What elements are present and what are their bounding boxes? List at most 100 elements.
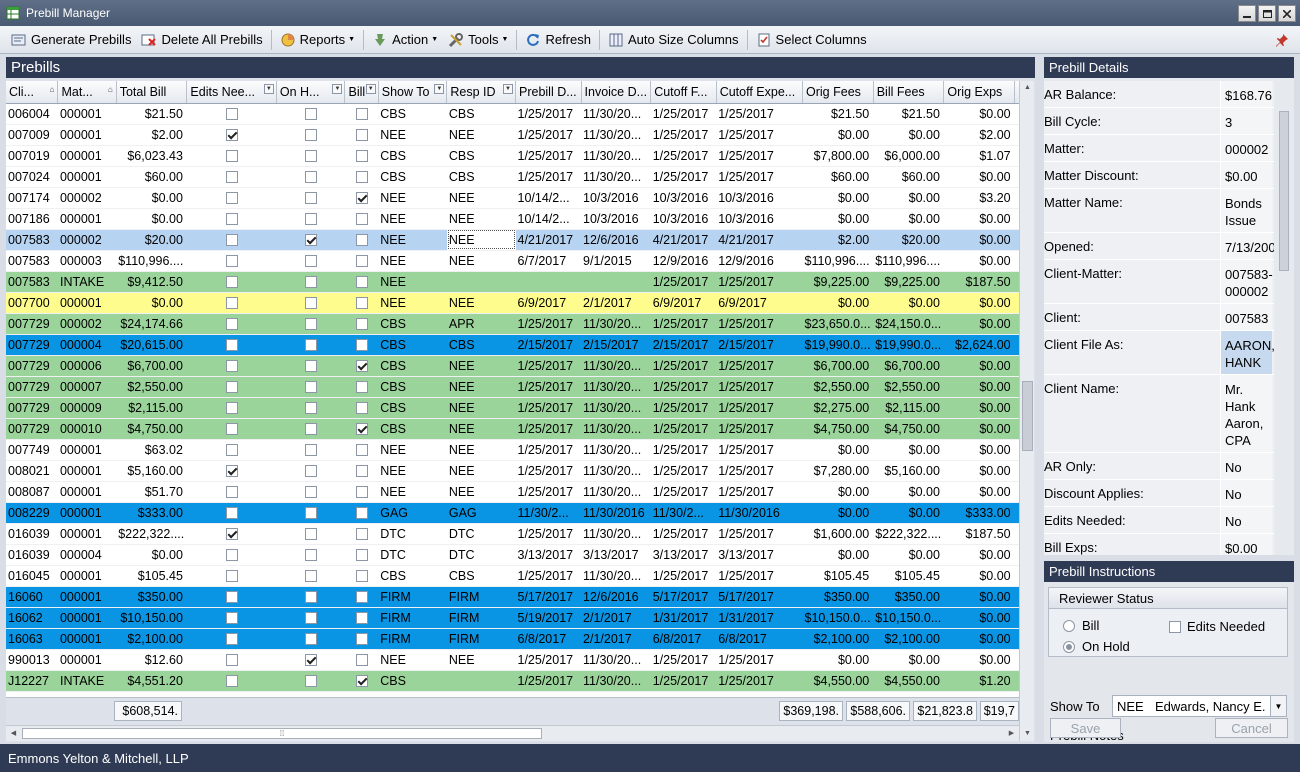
checkbox[interactable] (225, 612, 238, 625)
checkbox[interactable] (225, 654, 238, 667)
checkbox[interactable] (355, 108, 368, 121)
checkbox[interactable] (225, 171, 238, 184)
table-row[interactable]: 007019 000001 $6,023.43 CBS CBS 1/25/2017 11/3… (6, 145, 1019, 167)
close-button[interactable] (1278, 5, 1296, 22)
checkbox[interactable] (304, 549, 317, 562)
column-header[interactable]: Mat... ⌂ (57, 81, 117, 104)
checkbox[interactable] (225, 423, 238, 436)
checkbox[interactable] (355, 318, 368, 331)
select-columns-button[interactable]: Select Columns (751, 28, 872, 52)
checkbox[interactable] (304, 192, 317, 205)
checkbox[interactable] (225, 213, 238, 226)
column-header[interactable]: Invoice D... (581, 81, 652, 104)
checkbox[interactable] (355, 171, 368, 184)
table-row[interactable]: 008087 000001 $51.70 NEE NEE 1/25/2017 11/30/2… (6, 481, 1019, 503)
checkbox[interactable] (225, 486, 238, 499)
checkbox[interactable] (355, 129, 368, 142)
table-row[interactable]: 007174 000002 $0.00 NEE NEE 10/14/2... 10/3/20… (6, 187, 1019, 209)
checkbox[interactable] (225, 108, 238, 121)
auto-size-columns-button[interactable]: Auto Size Columns (603, 28, 744, 52)
filter-icon[interactable]: ▼ (434, 84, 445, 94)
minimize-button[interactable] (1238, 5, 1256, 22)
checkbox-checked[interactable] (355, 675, 368, 688)
cancel-button[interactable]: Cancel (1215, 718, 1288, 738)
table-row[interactable]: 007024 000001 $60.00 CBS CBS 1/25/2017 11/30/2… (6, 166, 1019, 188)
checkbox-checked[interactable] (355, 360, 368, 373)
checkbox[interactable] (304, 423, 317, 436)
checkbox[interactable] (225, 381, 238, 394)
action-menu-button[interactable]: Action ▼ (367, 28, 443, 52)
column-header[interactable]: Edits Nee... ▼ (186, 81, 277, 104)
checkbox[interactable] (225, 507, 238, 520)
checkbox[interactable] (355, 297, 368, 310)
table-row[interactable]: 007729 000007 $2,550.00 CBS NEE 1/25/2017 11/3… (6, 376, 1019, 398)
column-header[interactable]: Show To ▼ (378, 81, 448, 104)
checkbox-checked[interactable] (304, 234, 317, 247)
checkbox[interactable] (355, 150, 368, 163)
checkbox[interactable] (225, 675, 238, 688)
sort-icon[interactable]: ⌂ (108, 85, 113, 94)
delete-all-prebills-button[interactable]: Delete All Prebills (136, 28, 267, 52)
scroll-up-icon[interactable]: ▲ (1020, 81, 1035, 95)
checkbox[interactable] (355, 234, 368, 247)
table-row[interactable]: 007186 000001 $0.00 NEE NEE 10/14/2... 10/3/20… (6, 208, 1019, 230)
pin-icon[interactable] (1272, 30, 1292, 50)
checkbox[interactable] (225, 591, 238, 604)
checkbox[interactable] (304, 675, 317, 688)
checkbox-checked[interactable] (225, 465, 238, 478)
checkbox[interactable] (355, 444, 368, 457)
table-row[interactable]: 007729 000002 $24,174.66 CBS APR 1/25/2017 11/… (6, 313, 1019, 335)
table-row[interactable]: 008021 000001 $5,160.00 NEE NEE 1/25/2017 11/3… (6, 460, 1019, 482)
vertical-scroll-thumb[interactable] (1022, 381, 1033, 451)
checkbox[interactable] (225, 402, 238, 415)
checkbox[interactable] (355, 633, 368, 646)
checkbox-checked[interactable] (225, 129, 238, 142)
checkbox[interactable] (355, 612, 368, 625)
checkbox[interactable] (225, 234, 238, 247)
checkbox[interactable] (304, 276, 317, 289)
checkbox[interactable] (225, 255, 238, 268)
table-row[interactable]: 016039 000004 $0.00 DTC DTC 3/13/2017 3/13/201… (6, 544, 1019, 566)
checkbox[interactable] (304, 108, 317, 121)
checkbox[interactable] (304, 570, 317, 583)
checkbox[interactable] (225, 360, 238, 373)
details-scrollbar[interactable] (1276, 81, 1292, 555)
details-scroll-thumb[interactable] (1279, 111, 1289, 271)
checkbox[interactable] (355, 402, 368, 415)
checkbox-checked[interactable] (355, 192, 368, 205)
checkbox[interactable] (225, 150, 238, 163)
table-row[interactable]: J12227 INTAKE $4,551.20 CBS 1/25/2017 11/30/2… (6, 670, 1019, 692)
table-row[interactable]: 16060 000001 $350.00 FIRM FIRM 5/17/2017 12/6/… (6, 586, 1019, 608)
table-row[interactable]: 006004 000001 $21.50 CBS CBS 1/25/2017 11/30/2… (6, 103, 1019, 125)
checkbox[interactable] (304, 381, 317, 394)
table-row[interactable]: 007009 000001 $2.00 NEE NEE 1/25/2017 11/30/20… (6, 124, 1019, 146)
checkbox[interactable] (304, 150, 317, 163)
maximize-button[interactable] (1258, 5, 1276, 22)
checkbox[interactable] (304, 360, 317, 373)
checkbox[interactable] (304, 129, 317, 142)
table-row[interactable]: 007729 000010 $4,750.00 CBS NEE 1/25/2017 11/3… (6, 418, 1019, 440)
chevron-down-icon[interactable]: ▼ (1270, 696, 1286, 716)
checkbox[interactable] (355, 591, 368, 604)
horizontal-scrollbar[interactable]: ◀ ⁞⁞ ▶ (6, 725, 1019, 741)
checkbox[interactable] (304, 318, 317, 331)
checkbox[interactable] (304, 465, 317, 478)
checkbox[interactable] (355, 381, 368, 394)
filter-icon[interactable]: ▼ (365, 84, 376, 94)
column-header[interactable]: Total Bill (116, 81, 188, 104)
sort-icon[interactable]: ⌂ (50, 85, 55, 94)
table-row[interactable]: 007583 000002 $20.00 NEE NEE 4/21/2017 12/6/20… (6, 229, 1019, 251)
column-header[interactable]: Cutoff Expe... (716, 81, 804, 104)
checkbox[interactable] (304, 255, 317, 268)
checkbox[interactable] (355, 528, 368, 541)
on-hold-radio[interactable]: On Hold (1063, 639, 1130, 654)
save-button[interactable]: Save (1050, 718, 1121, 738)
scroll-right-icon[interactable]: ▶ (1004, 726, 1019, 741)
checkbox[interactable] (304, 612, 317, 625)
checkbox-checked[interactable] (304, 654, 317, 667)
checkbox[interactable] (304, 339, 317, 352)
checkbox[interactable] (304, 486, 317, 499)
checkbox[interactable] (304, 528, 317, 541)
table-row[interactable]: 007729 000009 $2,115.00 CBS NEE 1/25/2017 11/3… (6, 397, 1019, 419)
checkbox[interactable] (304, 633, 317, 646)
